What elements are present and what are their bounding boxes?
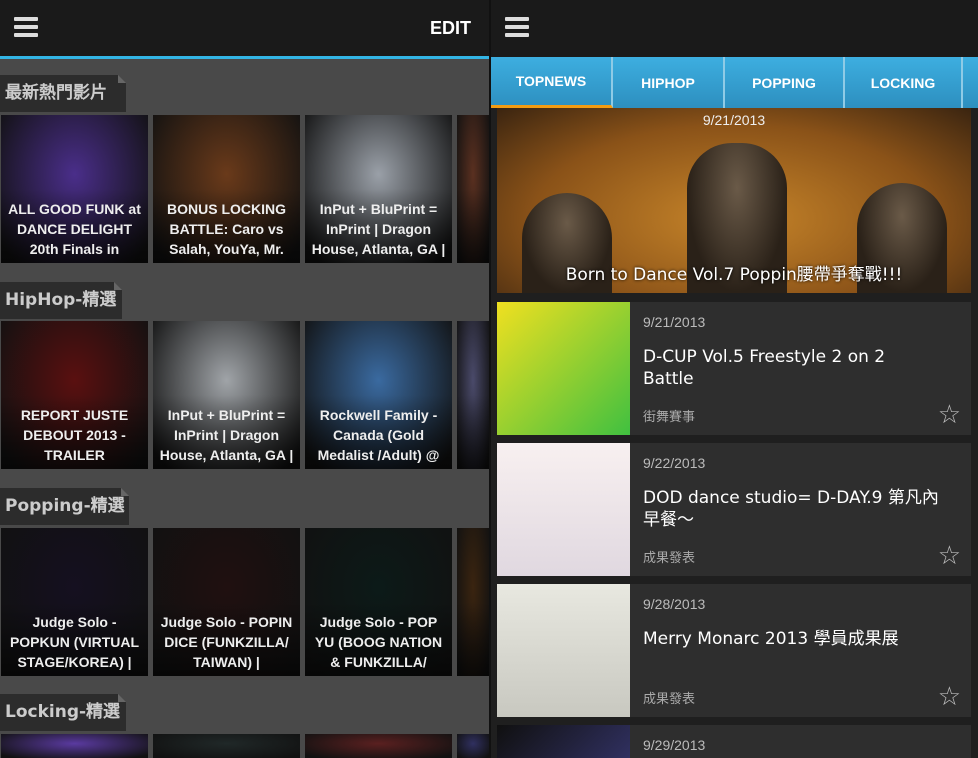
video-title: Fin... Am... <box>457 189 489 263</box>
news-category: 成果發表 <box>643 692 696 707</box>
video-tile[interactable]: Judge Solo - POPIN DICE (FUNKZILLA/ TAIW… <box>153 528 300 676</box>
video-row[interactable]: Judge Solo - POPKUN (VIRTUAL STAGE/KOREA… <box>0 528 489 676</box>
news-category: 成果發表 <box>643 551 696 566</box>
menu-icon[interactable] <box>14 17 38 37</box>
video-tile[interactable]: UP... Phi... <box>457 321 489 469</box>
home-panel: EDIT 最新熱門影片 ALL GOOD FUNK at DANCE DELIGH… <box>0 0 489 758</box>
video-tile[interactable] <box>305 734 452 758</box>
video-tile[interactable]: Judge Solo - POPKUN (VIRTUAL STAGE/KOREA… <box>1 528 148 676</box>
tab-more[interactable] <box>963 57 978 108</box>
video-title: BONUS LOCKING BATTLE: Caro vs Salah, You… <box>153 189 300 263</box>
video-title: UP... Phi... <box>457 395 489 469</box>
news-item[interactable]: 9/22/2013 DOD dance studio= D-DAY.9 第凡內早餐… <box>497 443 971 576</box>
video-tile[interactable] <box>153 734 300 758</box>
news-title: D-CUP Vol.5 Freestyle 2 on 2 Battle <box>643 347 886 389</box>
menu-icon[interactable] <box>505 17 529 37</box>
news-thumbnail <box>497 443 630 576</box>
action-bar <box>491 0 978 57</box>
featured-news[interactable]: 9/21/2013 Born to Dance Vol.7 Poppin腰帶爭奪… <box>497 108 971 293</box>
video-tile[interactable]: Rockwell Family - Canada (Gold Medalist … <box>305 321 452 469</box>
section-header: 最新熱門影片 <box>0 75 126 112</box>
video-tile[interactable]: All... <box>457 528 489 676</box>
video-tile[interactable]: REPORT JUSTE DEBOUT 2013 - TRAILER <box>1 321 148 469</box>
news-date: 9/21/2013 <box>643 314 706 330</box>
video-tile[interactable]: InPut + BluPrint = InPrint | Dragon Hous… <box>153 321 300 469</box>
video-tile[interactable]: BONUS LOCKING BATTLE: Caro vs Salah, You… <box>153 115 300 263</box>
video-row[interactable]: ALL GOOD FUNK at DANCE DELIGHT 20th Fina… <box>0 115 489 263</box>
section-header: Popping-精選 <box>0 488 129 525</box>
video-title: REPORT JUSTE DEBOUT 2013 - TRAILER <box>1 395 148 469</box>
video-tile[interactable] <box>457 734 489 758</box>
news-date: 9/29/2013 <box>643 737 706 753</box>
news-date: 9/22/2013 <box>643 455 706 471</box>
section-header: Locking-精選 <box>0 694 126 731</box>
news-thumbnail <box>497 302 630 435</box>
video-tile[interactable]: Judge Solo - POP YU (BOOG NATION & FUNKZ… <box>305 528 452 676</box>
section-header: HipHop-精選 <box>0 282 122 319</box>
news-panel: TOPNEWS HIPHOP POPPING LOCKING 9/21/2013… <box>491 0 978 758</box>
tab-locking[interactable]: LOCKING <box>845 57 963 108</box>
star-icon[interactable]: ☆ <box>938 401 961 427</box>
video-tile[interactable]: Fin... Am... <box>457 115 489 263</box>
video-tile[interactable]: InPut + BluPrint = InPrint | Dragon Hous… <box>305 115 452 263</box>
news-item[interactable]: 9/29/2013 <box>497 725 971 758</box>
news-item[interactable]: 9/28/2013 Merry Monarc 2013 學員成果展成果發表 ☆ <box>497 584 971 717</box>
video-tile[interactable]: ALL GOOD FUNK at DANCE DELIGHT 20th Fina… <box>1 115 148 263</box>
video-title: All... <box>457 602 489 676</box>
video-row[interactable]: REPORT JUSTE DEBOUT 2013 - TRAILER InPut … <box>0 321 489 469</box>
star-icon[interactable]: ☆ <box>938 542 961 568</box>
video-title: ALL GOOD FUNK at DANCE DELIGHT 20th Fina… <box>1 189 148 263</box>
news-date: 9/28/2013 <box>643 596 706 612</box>
video-tile[interactable] <box>1 734 148 758</box>
tab-popping[interactable]: POPPING <box>725 57 845 108</box>
video-title: InPut + BluPrint = InPrint | Dragon Hous… <box>305 189 452 263</box>
category-tabs: TOPNEWS HIPHOP POPPING LOCKING <box>491 57 978 108</box>
news-item[interactable]: 9/21/2013 D-CUP Vol.5 Freestyle 2 on 2 Ba… <box>497 302 971 435</box>
action-bar: EDIT <box>0 0 489 59</box>
video-title: Judge Solo - POPKUN (VIRTUAL STAGE/KOREA… <box>1 602 148 676</box>
tab-hiphop[interactable]: HIPHOP <box>613 57 725 108</box>
edit-button[interactable]: EDIT <box>430 18 471 39</box>
news-thumbnail <box>497 725 630 758</box>
news-category: 街舞賽事 <box>643 410 696 425</box>
featured-date: 9/21/2013 <box>702 112 766 128</box>
news-title: Merry Monarc 2013 學員成果展 <box>643 629 899 649</box>
video-title: InPut + BluPrint = InPrint | Dragon Hous… <box>153 395 300 469</box>
video-title: Judge Solo - POP YU (BOOG NATION & FUNKZ… <box>305 602 452 676</box>
star-icon[interactable]: ☆ <box>938 683 961 709</box>
news-title: DOD dance studio= D-DAY.9 第凡內早餐～ <box>643 488 939 530</box>
video-title: Judge Solo - POPIN DICE (FUNKZILLA/ TAIW… <box>153 602 300 676</box>
video-title: Rockwell Family - Canada (Gold Medalist … <box>305 395 452 469</box>
featured-title: Born to Dance Vol.7 Poppin腰帶爭奪戰!!! <box>565 265 903 285</box>
video-row[interactable] <box>0 734 489 758</box>
news-thumbnail <box>497 584 630 717</box>
tab-topnews[interactable]: TOPNEWS <box>491 57 613 108</box>
